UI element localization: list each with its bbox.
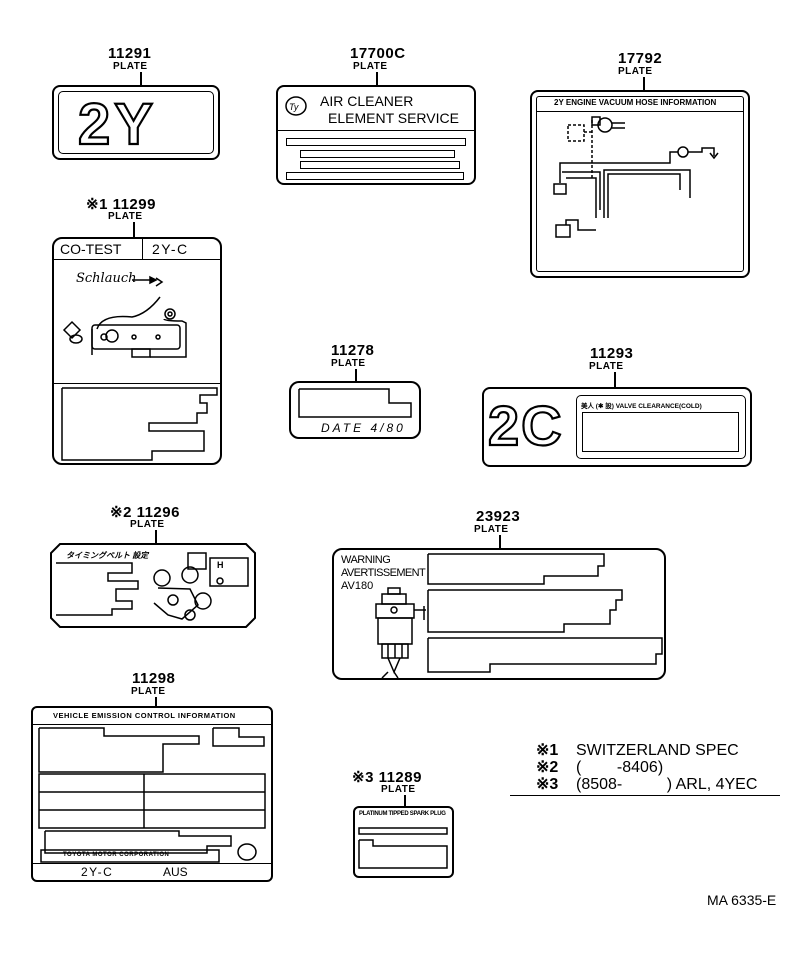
plate-17792[interactable]: 2Y ENGINE VACUUM HOSE INFORMATION: [530, 90, 750, 278]
text-placeholder-bar: [286, 172, 464, 180]
timing-belt-diagram: [56, 552, 249, 621]
part-number-11293: 11293: [590, 345, 634, 362]
leader-line: [133, 222, 135, 238]
drawing-code: MA 6335-E: [707, 892, 777, 908]
plate-text-line2: ELEMENT SERVICE: [328, 110, 459, 126]
legend-text: (8508- ) ARL, 4YEC: [576, 776, 758, 793]
plate-11291[interactable]: 2Y: [52, 85, 220, 160]
plate-date: DATE 4/80: [321, 421, 406, 435]
plate-text-line1: AIR CLEANER: [320, 93, 414, 109]
plate-11278[interactable]: DATE 4/80: [289, 381, 421, 439]
plate-engine-label: 2Y: [77, 91, 157, 158]
manufacturer-text: TOYOTA MOTOR CORPORATION: [63, 852, 170, 858]
legend-mark: ※3: [536, 776, 559, 793]
leader-line: [499, 535, 501, 549]
plate-engine-label: 2C: [487, 393, 564, 458]
plate-11298[interactable]: VEHICLE EMISSION CONTROL INFORMATION TOY…: [31, 706, 273, 882]
leader-line: [376, 72, 378, 86]
part-number-17792: 17792: [618, 50, 663, 67]
legend-underline: [510, 795, 780, 796]
position-marker: H: [217, 560, 224, 570]
plate-cell-left: CO-TEST: [60, 241, 122, 257]
market-code: AUS: [163, 865, 188, 879]
plate-17700c[interactable]: Ty AIR CLEANER ELEMENT SERVICE: [276, 85, 476, 185]
part-name-17792: PLATE: [618, 66, 653, 77]
vacuum-hose-diagram: [553, 116, 719, 238]
plate-11293[interactable]: 2C 美人 (✱ 設) VALVE CLEARANCE(COLD): [482, 387, 752, 467]
part-name-17700c: PLATE: [353, 61, 388, 72]
plate-211296[interactable]: タイミングベルト 設定 H: [50, 543, 256, 628]
fuel-filter-illustration: [375, 553, 663, 679]
part-name-111299: PLATE: [108, 211, 143, 222]
part-number-11298: 11298: [132, 670, 176, 687]
engine-code: 2Y-C: [81, 865, 114, 879]
plate-cell-right: 2Y-C: [152, 241, 189, 257]
divider: [33, 863, 271, 864]
plate-111299[interactable]: CO-TEST 2Y-C Schlauch: [52, 237, 222, 465]
text-placeholder-bar: [300, 150, 455, 158]
leader-line: [155, 530, 157, 544]
divider: [278, 130, 474, 131]
svg-text:Ty: Ty: [289, 102, 299, 112]
legend-row-3: ※3 (8508- ) ARL, 4YEC: [536, 774, 757, 794]
part-number-23923: 23923: [476, 508, 521, 525]
text-placeholder-block: [358, 827, 448, 869]
part-name-311289: PLATE: [381, 784, 416, 795]
part-number-11278: 11278: [331, 342, 375, 359]
leader-line: [140, 72, 142, 86]
divider: [142, 239, 143, 259]
plate-inner-panel: 美人 (✱ 設) VALVE CLEARANCE(COLD): [576, 395, 746, 459]
text-placeholder-box: [582, 412, 739, 452]
part-name-23923: PLATE: [474, 524, 509, 535]
part-name-11278: PLATE: [331, 358, 366, 369]
part-name-11291: PLATE: [113, 61, 148, 72]
plate-311289[interactable]: PLATINUM TIPPED SPARK PLUG: [353, 806, 454, 878]
part-number-11291: 11291: [108, 45, 152, 62]
text-placeholder-bar: [286, 138, 466, 146]
part-number-17700c: 17700C: [350, 45, 406, 62]
plate-header: 美人 (✱ 設) VALVE CLEARANCE(COLD): [581, 403, 702, 410]
part-name-11298: PLATE: [131, 686, 166, 697]
leader-line: [614, 372, 616, 388]
part-name-11293: PLATE: [589, 361, 624, 372]
part-name-211296: PLATE: [130, 519, 165, 530]
toyota-logo-icon: Ty: [285, 96, 307, 116]
plate-23923[interactable]: WARNING AVERTISSEMENT AV180: [332, 548, 666, 680]
text-placeholder-block: [61, 387, 218, 461]
text-placeholder-bar: [300, 161, 460, 169]
co-test-diagram: [62, 275, 187, 358]
leader-line: [643, 77, 645, 91]
